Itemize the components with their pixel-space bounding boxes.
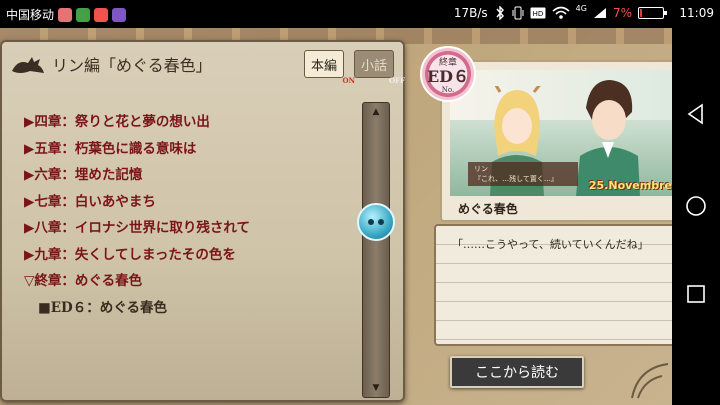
- chapter-item[interactable]: ▶八章：イロナシ世界に取り残されて: [24, 218, 250, 245]
- thumbnail-dialogue-bar: リン 『これ、…残して置く…』: [468, 162, 578, 186]
- notification-news-icon: [94, 7, 109, 22]
- bluetooth-icon: [496, 6, 504, 20]
- book-header: リン編「めぐる春色」: [10, 52, 212, 76]
- battery-icon: [638, 7, 667, 19]
- scroll-up-icon[interactable]: ▲: [363, 105, 389, 119]
- main-story-label: 本編: [310, 58, 337, 74]
- status-right: 17B/s HD 4G 7%: [453, 3, 667, 20]
- carrier-label: 中国移动: [6, 8, 55, 22]
- chapter-item-expanded[interactable]: ▽終章：めぐる春色: [24, 271, 250, 298]
- short-story-state: OFF: [388, 76, 405, 85]
- ending-title: めぐる春色: [458, 202, 518, 216]
- battery-percent: 7%: [612, 6, 632, 20]
- read-from-here-button[interactable]: ここから読む: [450, 356, 584, 388]
- badge-number: ED６: [426, 67, 470, 86]
- signal-icon: [593, 8, 606, 18]
- network-type: 4G: [575, 3, 587, 13]
- scroll-knob[interactable]: [357, 203, 395, 241]
- battery-fill: [640, 9, 642, 17]
- notification-game-icon: [112, 7, 127, 22]
- corner-ornament-icon: [631, 363, 669, 399]
- chapter-scrollbar[interactable]: ▲ ▼: [357, 102, 395, 398]
- short-story-toggle[interactable]: 小話 OFF: [354, 50, 405, 85]
- chapter-item[interactable]: ▶九章：失くしてしまったその色を: [24, 245, 250, 272]
- vibrate-icon: [512, 6, 524, 20]
- ending-sub-item[interactable]: ■ED６：めぐる春色: [24, 298, 250, 325]
- chapter-item[interactable]: ▶四章：祭りと花と夢の想い出: [24, 112, 250, 139]
- fox-silhouette-icon: [12, 57, 44, 73]
- route-title: リン編「めぐる春色」: [52, 56, 212, 75]
- thumbnail-date: 25.Novembre: [588, 179, 672, 192]
- hd-icon: HD: [530, 7, 546, 19]
- chapter-item[interactable]: ▶七章：白いあやまち: [24, 192, 250, 219]
- ending-quote: 「……こうやって、続いていくんだね」: [452, 238, 649, 251]
- svg-text:HD: HD: [532, 10, 543, 18]
- back-icon[interactable]: [684, 102, 708, 126]
- scroll-down-icon[interactable]: ▼: [363, 381, 389, 395]
- ending-number-badge: 終章 ED６ No.: [420, 46, 476, 102]
- recent-apps-icon[interactable]: [684, 282, 708, 306]
- thumbnail-line: 『これ、…残して置く…』: [474, 175, 558, 183]
- home-icon[interactable]: [684, 194, 708, 218]
- chapter-item[interactable]: ▶五章：朽葉色に識る意味は: [24, 139, 250, 166]
- badge-no: No.: [441, 86, 455, 94]
- status-bar: 中国移动 17B/s HD 4G 7% 11:09: [0, 0, 720, 28]
- thumbnail-speaker: リン: [474, 165, 488, 173]
- notification-chat-icon: [76, 7, 91, 22]
- short-story-label: 小話: [360, 58, 387, 74]
- main-story-state: ON: [342, 76, 356, 85]
- android-nav-bar: [672, 28, 720, 405]
- ending-preview-card[interactable]: リン 『これ、…残して置く…』 25.Novembre めぐる春色: [440, 60, 672, 222]
- ending-thumbnail: リン 『これ、…残して置く…』 25.Novembre: [450, 70, 672, 196]
- quote-box: 「……こうやって、続いていくんだね」: [434, 224, 672, 346]
- game-screen: リン編「めぐる春色」 本編 ON 小話 OFF ▶四章：祭りと花と夢の想い出 ▶…: [0, 28, 672, 405]
- clock: 11:09: [679, 6, 714, 20]
- chapter-item[interactable]: ▶六章：埋めた記憶: [24, 165, 250, 192]
- network-speed: 17B/s: [453, 6, 488, 20]
- chapter-book-panel: リン編「めぐる春色」 本編 ON 小話 OFF ▶四章：祭りと花と夢の想い出 ▶…: [0, 40, 405, 402]
- chapter-list: ▶四章：祭りと花と夢の想い出 ▶五章：朽葉色に識る意味は ▶六章：埋めた記憶 ▶…: [24, 112, 250, 324]
- notification-app-icon: [58, 7, 73, 22]
- main-story-toggle[interactable]: 本編 ON: [304, 50, 355, 85]
- status-left: 中国移动: [6, 6, 127, 23]
- wifi-icon: [552, 6, 570, 19]
